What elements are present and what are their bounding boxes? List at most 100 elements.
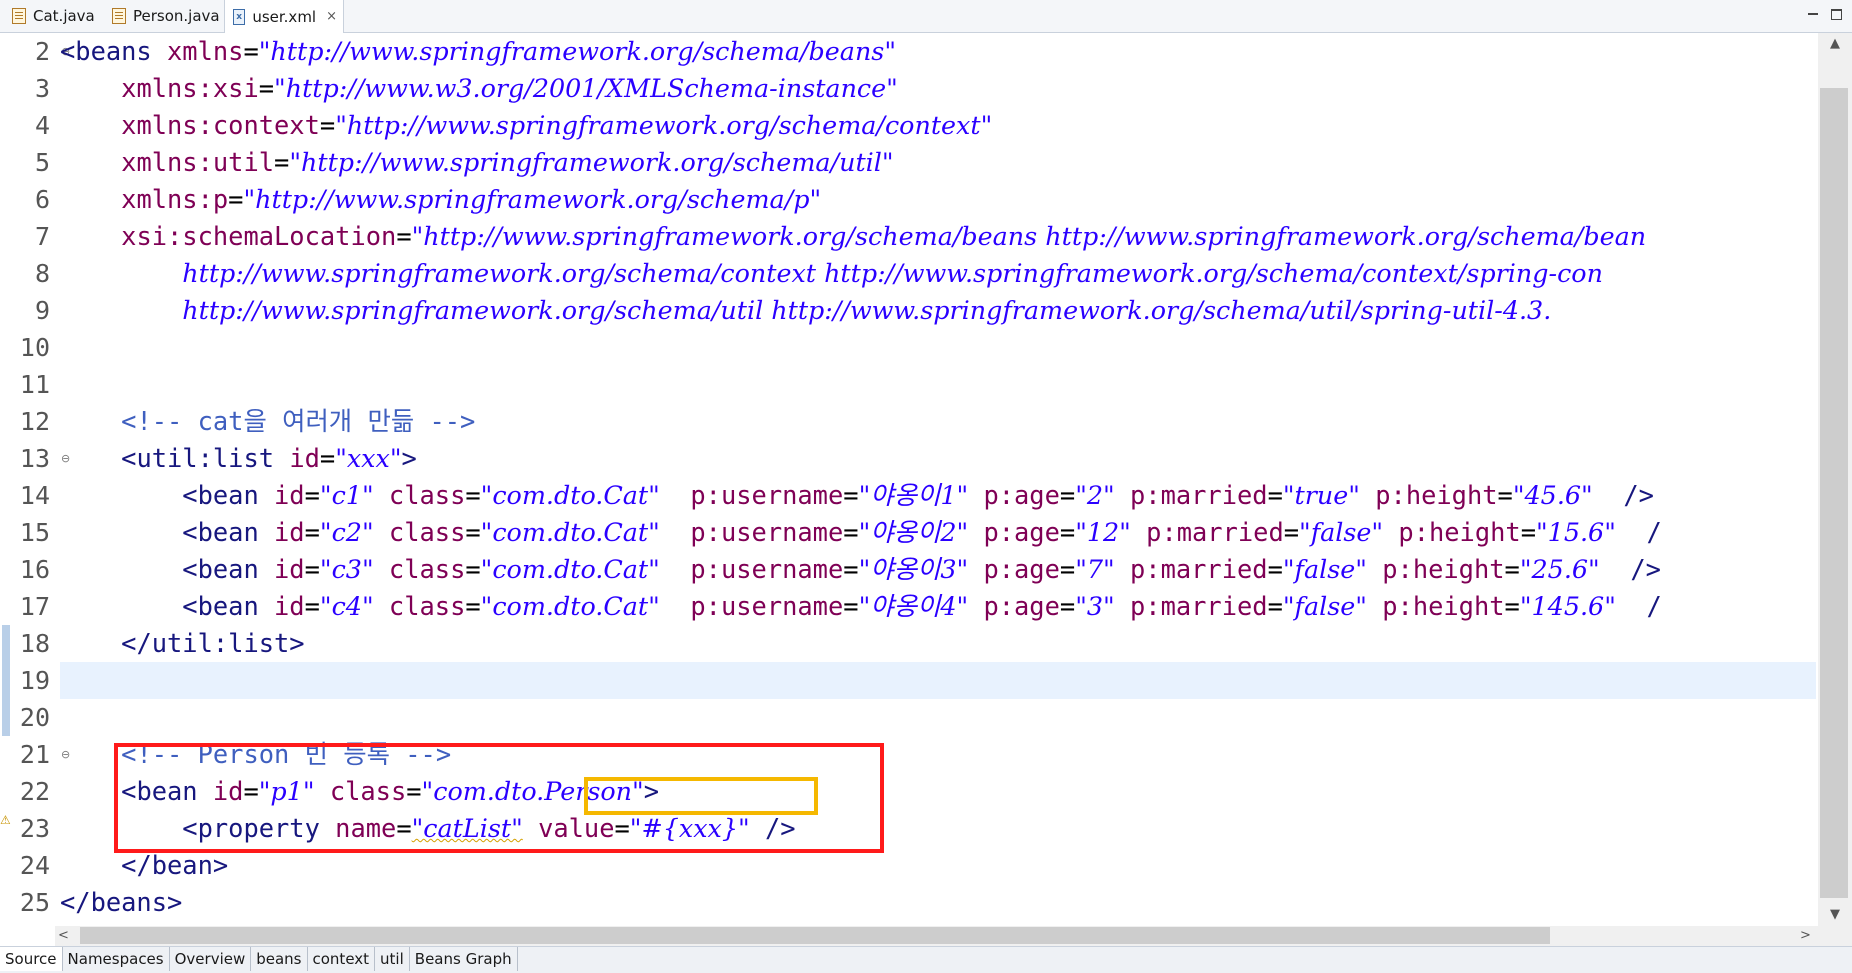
scroll-left-icon[interactable]: < (58, 926, 78, 946)
equals: = (319, 443, 336, 473)
line-number: 24 (19, 851, 50, 880)
java-file-icon (112, 8, 126, 24)
attr-name: p:married (1130, 591, 1268, 621)
attr-name: p:married (1146, 517, 1284, 547)
code-line-7: xsi:schemaLocation="http://www.springfra… (60, 218, 1646, 255)
line-number-gutter: 2 3 4 5 6 7 8 9 10 11 12 13 14 15 16 17 … (14, 33, 70, 926)
close-icon[interactable]: × (326, 9, 337, 24)
attr-value: "c4" (319, 591, 374, 621)
equals: = (319, 110, 336, 140)
tab-cat-java[interactable]: Cat.java (4, 0, 96, 32)
attr-name: p:age (983, 591, 1060, 621)
xml-file-icon: x (233, 8, 246, 25)
attr-name: xmlns:p (121, 184, 229, 214)
code-line-4: xmlns:context="http://www.springframewor… (60, 107, 992, 144)
xml-comment: <!-- cat을 여러개 만듦 --> (121, 406, 476, 436)
code-line-8: http://www.springframework.org/schema/co… (60, 255, 1603, 292)
equals: = (258, 73, 275, 103)
current-line-highlight (60, 662, 1816, 699)
attr-value: "com.dto.Cat" (480, 480, 660, 510)
attr-name: id (274, 591, 305, 621)
code-line-9: http://www.springframework.org/schema/ut… (60, 292, 1551, 329)
attr-name: p:age (983, 517, 1060, 547)
code-line-18: </util:list> (60, 625, 304, 662)
code-line-13: <util:list id="xxx"> (60, 440, 417, 477)
code-line-3: xmlns:xsi="http://www.w3.org/2001/XMLSch… (60, 70, 898, 107)
attr-name: p:married (1130, 480, 1268, 510)
code-line-12: <!-- cat을 여러개 만듦 --> (60, 403, 475, 440)
attr-value: "45.6" (1512, 480, 1593, 510)
tab-beans[interactable]: beans (251, 947, 308, 971)
line-number: 15 (19, 518, 50, 547)
code-line-6: xmlns:p="http://www.springframework.org/… (60, 181, 821, 218)
attr-name: p:height (1375, 480, 1498, 510)
maximize-icon[interactable] (1828, 6, 1844, 22)
vertical-scroll-thumb[interactable] (1820, 88, 1848, 898)
attr-value: "http://www.springframework.org/schema/p… (243, 184, 822, 214)
tab-beans-graph[interactable]: Beans Graph (410, 947, 518, 971)
tag: <util:list (121, 443, 290, 473)
tag: /> (1630, 554, 1661, 584)
attr-name: xsi:schemaLocation (121, 221, 397, 251)
line-number: 19 (19, 666, 50, 695)
line-number: 14 (19, 481, 50, 510)
tab-source[interactable]: Source (0, 947, 63, 971)
horizontal-scroll-thumb[interactable] (80, 927, 1550, 944)
code-line-5: xmlns:util="http://www.springframework.o… (60, 144, 894, 181)
line-number: 5 (34, 148, 50, 177)
attr-value: "c3" (319, 554, 374, 584)
attr-value: "http://www.w3.org/2001/XMLSchema-instan… (274, 73, 898, 103)
attr-value: "false" (1282, 554, 1367, 584)
tag: <bean (182, 517, 275, 547)
line-number: 9 (34, 296, 50, 325)
equals: = (243, 36, 259, 66)
minimize-icon[interactable] (1805, 6, 1821, 22)
attr-name: id (289, 443, 320, 473)
attr-name: p:height (1398, 517, 1521, 547)
scroll-up-icon[interactable]: ▲ (1820, 33, 1850, 55)
attr-value: "com.dto.Cat" (480, 554, 660, 584)
scroll-down-icon[interactable]: ▼ (1820, 904, 1850, 926)
line-number: 12 (19, 407, 50, 436)
attr-value: "15.6" (1536, 517, 1616, 547)
tab-person-java[interactable]: Person.java (104, 0, 222, 32)
attr-value: http://www.springframework.org/schema/co… (182, 258, 1603, 288)
tab-label: user.xml (252, 7, 317, 26)
code-line-24: </beans> (60, 884, 182, 921)
attr-value: "xxx" (335, 443, 402, 473)
scroll-right-icon[interactable]: > (1800, 926, 1820, 946)
code-line-14: <bean id="c1" class="com.dto.Cat" p:user… (182, 480, 1654, 510)
line-number: 6 (34, 185, 50, 214)
attr-value: "야옹이4" (858, 591, 969, 621)
tab-context[interactable]: context (308, 947, 376, 971)
tab-overview[interactable]: Overview (170, 947, 252, 971)
tab-user-xml[interactable]: x user.xml × (224, 0, 344, 33)
code-line-16: <bean id="c3" class="com.dto.Cat" p:user… (182, 554, 1661, 584)
attr-value: "http://www.springframework.org/schema/u… (289, 147, 894, 177)
line-number: 18 (19, 629, 50, 658)
tab-namespaces[interactable]: Namespaces (63, 947, 170, 971)
line-number: 20 (19, 703, 50, 732)
attr-name: p:username (690, 517, 844, 547)
attr-name: p:username (690, 480, 844, 510)
equals: = (228, 184, 244, 214)
tab-util[interactable]: util (375, 947, 410, 971)
code-line-15: <bean id="c2" class="com.dto.Cat" p:user… (182, 517, 1662, 547)
attr-value: "145.6" (1519, 591, 1616, 621)
line-number: 25 (19, 888, 50, 917)
attr-value: "야옹이1" (858, 480, 969, 510)
attr-name: id (274, 480, 305, 510)
tag: <bean (182, 591, 275, 621)
tag: / (1646, 517, 1662, 547)
line-number: 10 (19, 333, 50, 362)
line-number: 13 (19, 444, 50, 473)
line-number: 4 (34, 111, 50, 140)
attr-value: "25.6" (1519, 554, 1600, 584)
editor-page-tabs: Source Namespaces Overview beans context… (0, 946, 1852, 973)
attr-value: "false" (1282, 591, 1367, 621)
attr-value: "com.dto.Cat" (480, 591, 660, 621)
attr-value: "c2" (319, 517, 374, 547)
attr-name: p:height (1382, 554, 1505, 584)
attr-value: "3" (1075, 591, 1115, 621)
line-number: 23 (19, 814, 50, 843)
